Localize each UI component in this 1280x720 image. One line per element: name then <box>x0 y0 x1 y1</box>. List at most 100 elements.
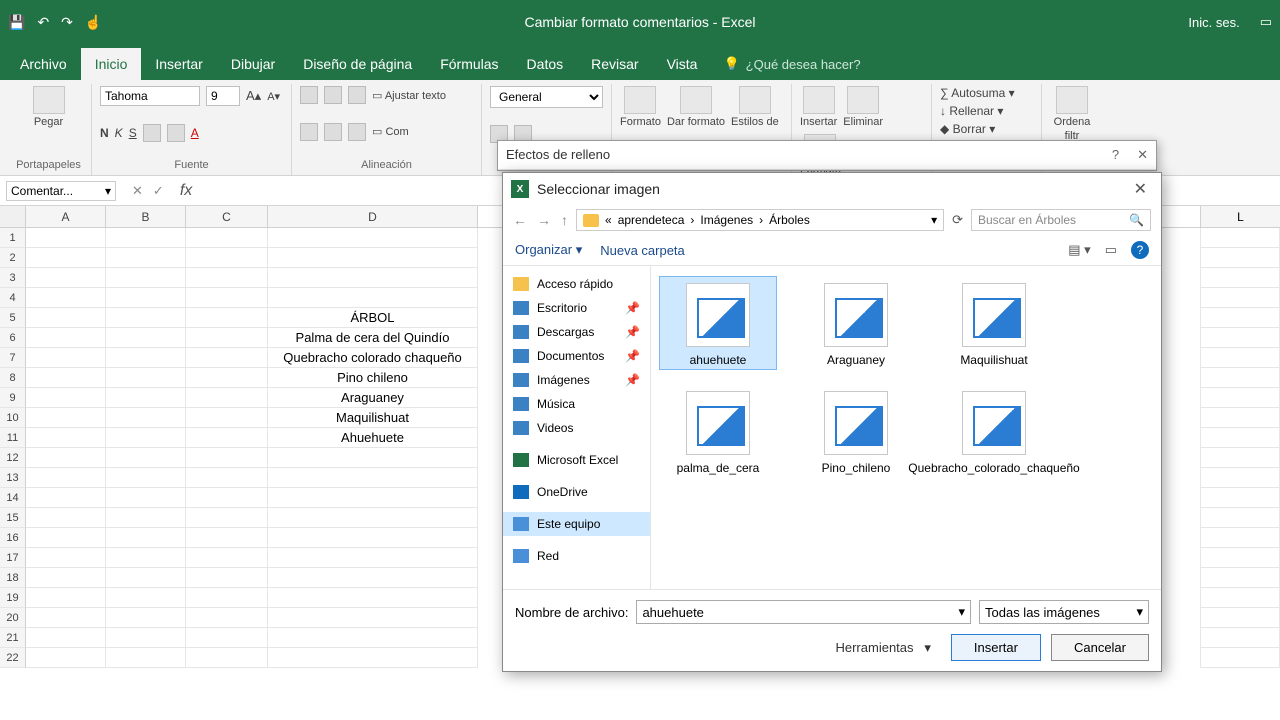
cell[interactable] <box>26 228 106 248</box>
row-head[interactable]: 17 <box>0 548 26 568</box>
cell[interactable] <box>1200 368 1280 388</box>
align-top-icon[interactable] <box>300 86 318 104</box>
row-head[interactable]: 2 <box>0 248 26 268</box>
search-input[interactable]: Buscar en Árboles 🔍 <box>971 209 1151 231</box>
row-head[interactable]: 5 <box>0 308 26 328</box>
back-icon[interactable]: ← <box>513 212 527 228</box>
cell[interactable] <box>26 368 106 388</box>
sidebar-item-music[interactable]: Música <box>503 392 650 416</box>
cell[interactable] <box>268 648 478 668</box>
cell[interactable] <box>186 288 268 308</box>
tab-revisar[interactable]: Revisar <box>577 48 652 80</box>
chevron-down-icon[interactable]: ▾ <box>105 184 111 198</box>
cell[interactable] <box>186 568 268 588</box>
chevron-down-icon[interactable]: ▾ <box>931 213 937 227</box>
cell[interactable] <box>268 448 478 468</box>
cell[interactable] <box>268 248 478 268</box>
cell[interactable] <box>268 528 478 548</box>
cell[interactable] <box>1200 568 1280 588</box>
font-size-combo[interactable] <box>206 86 240 106</box>
signin-link[interactable]: Inic. ses. <box>1188 15 1239 30</box>
clear-button[interactable]: ◆ Borrar ▾ <box>940 122 995 136</box>
tab-datos[interactable]: Datos <box>513 48 578 80</box>
cell[interactable] <box>1200 448 1280 468</box>
cell[interactable] <box>1200 268 1280 288</box>
row-head[interactable]: 22 <box>0 648 26 668</box>
cell[interactable] <box>26 308 106 328</box>
cell[interactable] <box>106 508 186 528</box>
sidebar-item-network[interactable]: Red <box>503 544 650 568</box>
cell[interactable] <box>186 608 268 628</box>
cell[interactable] <box>268 468 478 488</box>
preview-pane-button[interactable]: ▭ <box>1105 242 1117 258</box>
cell[interactable] <box>186 228 268 248</box>
cell[interactable] <box>1200 488 1280 508</box>
cell[interactable] <box>186 448 268 468</box>
cell[interactable] <box>1200 588 1280 608</box>
cell[interactable] <box>186 468 268 488</box>
cell[interactable] <box>186 368 268 388</box>
cell[interactable] <box>106 228 186 248</box>
tab-dibujar[interactable]: Dibujar <box>217 48 289 80</box>
cell[interactable] <box>106 328 186 348</box>
align-left-icon[interactable] <box>300 123 318 141</box>
cell[interactable] <box>186 528 268 548</box>
cell[interactable] <box>106 528 186 548</box>
cell[interactable] <box>26 468 106 488</box>
row-head[interactable]: 13 <box>0 468 26 488</box>
chevron-down-icon[interactable]: ▾ <box>1136 604 1143 620</box>
cell[interactable] <box>1200 348 1280 368</box>
chevron-down-icon[interactable]: ▾ <box>958 604 965 620</box>
cell[interactable] <box>26 408 106 428</box>
fill-color-icon[interactable] <box>167 124 185 142</box>
file-item[interactable]: ahuehuete <box>659 276 777 370</box>
tab-vista[interactable]: Vista <box>653 48 712 80</box>
cell[interactable] <box>26 628 106 648</box>
save-icon[interactable]: 💾 <box>8 14 25 31</box>
cancel-button[interactable]: Cancelar <box>1051 634 1149 661</box>
cell[interactable]: ÁRBOL <box>268 308 478 328</box>
cell[interactable] <box>106 308 186 328</box>
window-restore-icon[interactable]: ▭ <box>1260 14 1272 30</box>
sidebar-item-videos[interactable]: Videos <box>503 416 650 440</box>
font-color-icon[interactable]: A <box>191 126 199 140</box>
row-head[interactable]: 4 <box>0 288 26 308</box>
font-name-combo[interactable] <box>100 86 200 106</box>
cell[interactable] <box>186 428 268 448</box>
row-head[interactable]: 7 <box>0 348 26 368</box>
tell-me-search[interactable]: 💡 ¿Qué desea hacer? <box>723 56 860 80</box>
close-button[interactable]: ✕ <box>1128 179 1153 199</box>
cell[interactable] <box>1200 628 1280 648</box>
tab-archivo[interactable]: Archivo <box>6 48 81 80</box>
cell[interactable]: Palma de cera del Quindío <box>268 328 478 348</box>
enter-icon[interactable]: ✓ <box>153 183 164 199</box>
cell[interactable] <box>1200 648 1280 668</box>
cell[interactable] <box>186 628 268 648</box>
cell[interactable] <box>26 548 106 568</box>
cell[interactable] <box>106 468 186 488</box>
cell[interactable] <box>26 648 106 668</box>
cell[interactable] <box>268 568 478 588</box>
cell[interactable] <box>268 288 478 308</box>
delete-cells-button[interactable]: Eliminar <box>843 86 883 128</box>
file-item[interactable]: palma_de_cera <box>659 384 777 478</box>
sort-filter-button[interactable]: Ordenafiltr <box>1050 86 1094 142</box>
cell[interactable] <box>26 568 106 588</box>
forward-icon[interactable]: → <box>537 212 551 228</box>
cell[interactable] <box>186 388 268 408</box>
cell[interactable] <box>106 588 186 608</box>
sidebar-item-this-pc[interactable]: Este equipo <box>503 512 650 536</box>
cell[interactable] <box>106 248 186 268</box>
increase-font-icon[interactable]: A▴ <box>246 88 261 104</box>
insert-cells-button[interactable]: Insertar <box>800 86 837 128</box>
cell[interactable] <box>186 408 268 428</box>
cell[interactable] <box>106 628 186 648</box>
bold-button[interactable]: N <box>100 126 109 140</box>
cell[interactable] <box>1200 508 1280 528</box>
cell[interactable] <box>186 508 268 528</box>
fill-button[interactable]: ↓ Rellenar ▾ <box>940 104 1003 118</box>
col-head-a[interactable]: A <box>26 206 106 227</box>
cell[interactable] <box>268 488 478 508</box>
cell[interactable] <box>1200 408 1280 428</box>
cell[interactable] <box>106 548 186 568</box>
